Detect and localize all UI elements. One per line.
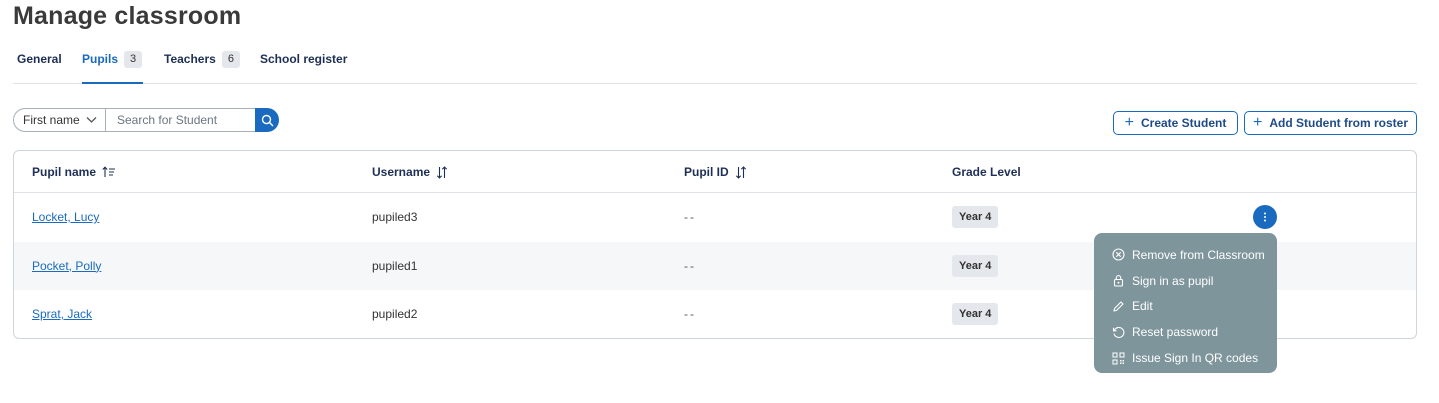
tab-school-register-label: School register [260,52,348,66]
column-pupil-name[interactable]: Pupil name [32,165,116,179]
pupil-name-link[interactable]: Locket, Lucy [32,210,99,224]
add-student-from-roster-button[interactable]: + Add Student from roster [1244,111,1417,135]
username-cell: pupiled1 [372,258,418,273]
grade-badge: Year 4 [952,206,999,228]
chevron-down-icon [86,117,97,123]
reset-icon [1112,326,1125,338]
menu-item-sign-in-as-pupil[interactable]: Sign in as pupil [1094,268,1277,294]
tab-bar: General Pupils 3 Teachers 6 School regis… [13,48,1417,84]
sort-icon [735,165,746,179]
search-field-select[interactable]: First name [13,108,105,132]
column-username[interactable]: Username [372,165,448,179]
column-grade-level-label: Grade Level [952,165,1021,179]
plus-icon: + [1252,114,1263,131]
add-student-from-roster-label: Add Student from roster [1269,116,1408,130]
pupil-name-link[interactable]: Pocket, Polly [32,259,101,273]
row-actions-menu: Remove from Classroom Sign in as pupil E… [1094,233,1277,373]
menu-item-issue-sign-in-qr-codes[interactable]: Issue Sign In QR codes [1094,345,1277,371]
menu-item-label: Sign in as pupil [1132,273,1214,288]
username-cell: pupiled3 [372,210,418,224]
search-button[interactable] [255,108,279,132]
menu-item-label: Issue Sign In QR codes [1132,351,1259,366]
column-username-label: Username [372,165,431,179]
menu-item-label: Edit [1132,299,1153,314]
pupil-id-cell: -- [684,258,696,273]
tab-teachers-label: Teachers [164,52,216,66]
grade-badge: Year 4 [952,254,999,277]
page-title: Manage classroom [13,2,242,30]
tab-pupils-count: 3 [124,51,143,68]
pupil-id-cell: -- [684,307,696,321]
username-cell: pupiled2 [372,307,418,321]
search-input[interactable] [105,108,255,132]
row-actions-button[interactable] [1253,205,1277,229]
tab-school-register[interactable]: School register [260,48,347,84]
tab-general-label: General [17,52,62,66]
tab-teachers-count: 6 [221,51,240,68]
tab-pupils-label: Pupils [82,52,119,66]
plus-icon: + [1124,114,1134,131]
tab-teachers[interactable]: Teachers 6 [164,48,240,84]
sort-icon [436,165,448,179]
search-icon [261,114,273,126]
menu-item-remove-from-classroom[interactable]: Remove from Classroom [1094,242,1277,268]
circle-x-icon [1112,248,1125,261]
column-grade-level: Grade Level [952,165,1021,179]
more-vertical-icon [1264,212,1266,222]
lock-icon [1113,275,1124,287]
qr-code-icon [1112,352,1125,365]
table-header: Pupil name Username Pupil ID Grade Level [14,151,1416,193]
create-student-label: Create Student [1140,116,1227,130]
create-student-button[interactable]: + Create Student [1113,111,1238,135]
menu-item-label: Reset password [1132,325,1219,340]
menu-item-edit[interactable]: Edit [1094,294,1277,320]
sort-ascending-icon [102,166,116,177]
pupil-id-cell: -- [684,210,696,224]
tab-general[interactable]: General [17,48,62,84]
menu-item-reset-password[interactable]: Reset password [1094,319,1277,345]
search-group: First name [13,108,279,132]
column-pupil-name-label: Pupil name [32,165,97,179]
tab-pupils[interactable]: Pupils 3 [82,48,143,84]
menu-item-label: Remove from Classroom [1132,247,1265,262]
search-field-selected: First name [23,113,80,127]
column-pupil-id[interactable]: Pupil ID [684,165,747,179]
pupil-name-link[interactable]: Sprat, Jack [32,307,92,321]
column-pupil-id-label: Pupil ID [684,165,729,179]
pencil-icon [1113,301,1124,312]
grade-badge: Year 4 [952,303,999,325]
